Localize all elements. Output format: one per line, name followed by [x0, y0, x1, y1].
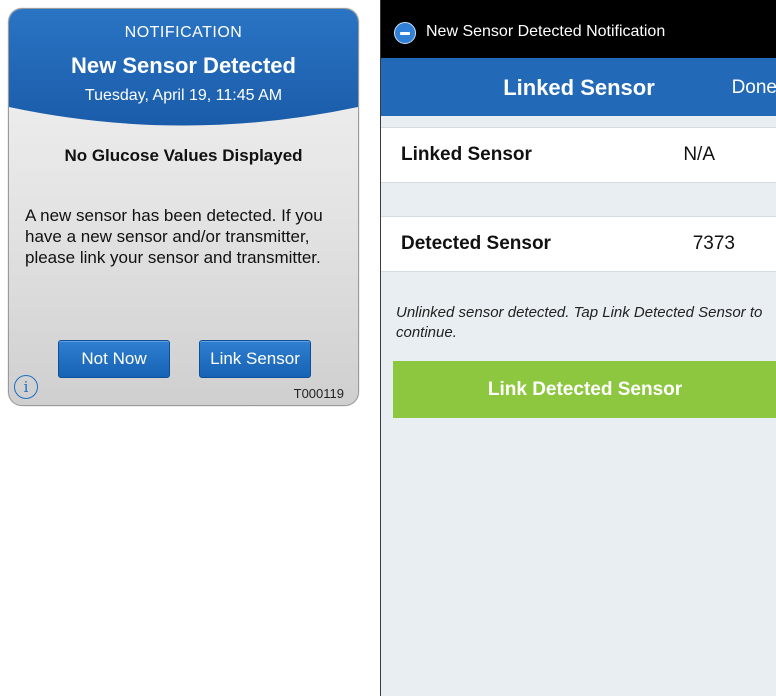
row-label: Linked Sensor: [401, 144, 532, 165]
link-sensor-button[interactable]: Link Sensor: [199, 340, 311, 378]
notification-header: NOTIFICATION New Sensor Detected Tuesday…: [9, 9, 358, 159]
phone-screen: New Sensor Detected Notification Linked …: [380, 0, 776, 696]
link-detected-sensor-button[interactable]: Link Detected Sensor: [393, 361, 776, 418]
info-icon[interactable]: i: [14, 375, 38, 399]
nav-title: Linked Sensor: [503, 75, 655, 100]
notification-banner: New Sensor Detected Notification: [381, 0, 776, 58]
notification-card: NOTIFICATION New Sensor Detected Tuesday…: [8, 8, 359, 406]
nav-bar: Linked Sensor Done: [381, 58, 776, 116]
notification-date: Tuesday, April 19, 11:45 AM: [84, 87, 283, 104]
collapse-icon[interactable]: [394, 22, 416, 44]
done-button[interactable]: Done: [732, 77, 776, 99]
row-label: Detected Sensor: [401, 233, 551, 254]
linked-sensor-row: Linked Sensor N/A: [381, 127, 776, 183]
notification-subhead: No Glucose Values Displayed: [64, 146, 303, 165]
detected-sensor-row: Detected Sensor 7373: [381, 216, 776, 272]
banner-title: New Sensor Detected Notification: [426, 23, 666, 40]
not-now-button[interactable]: Not Now: [58, 340, 170, 378]
hint-text: Unlinked sensor detected. Tap Link Detec…: [396, 304, 763, 341]
row-value: N/A: [683, 144, 715, 165]
notification-body: A new sensor has been detected. If you h…: [25, 206, 323, 267]
row-value: 7373: [692, 233, 735, 254]
notification-code: T000119: [293, 386, 344, 401]
notification-label: NOTIFICATION: [124, 24, 243, 41]
notification-title: New Sensor Detected: [71, 53, 296, 78]
